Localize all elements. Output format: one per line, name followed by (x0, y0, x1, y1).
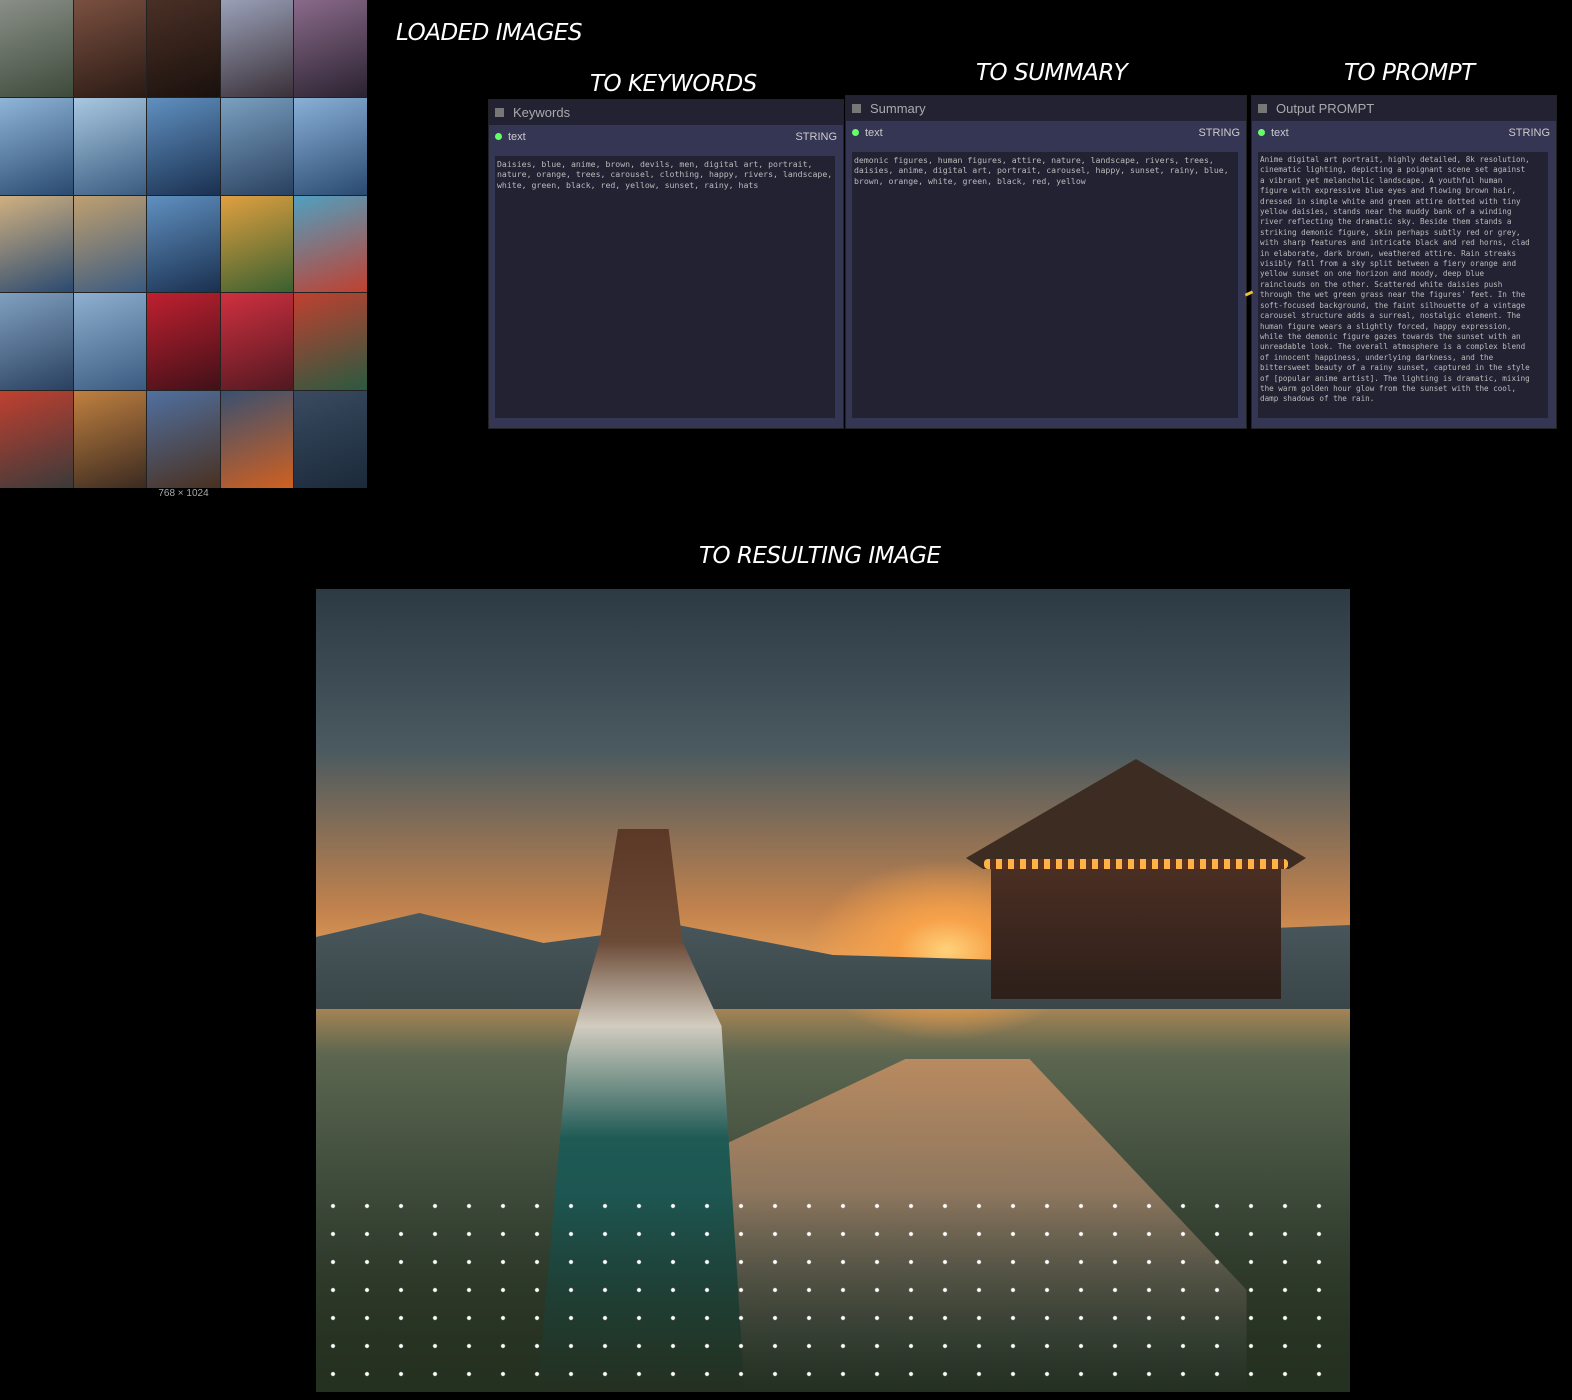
image-thumbnail[interactable] (220, 195, 294, 293)
collapse-icon[interactable] (495, 108, 504, 117)
output-slot[interactable]: text (495, 131, 526, 143)
image-thumbnail[interactable] (73, 293, 147, 391)
image-thumbnail[interactable] (294, 195, 367, 293)
image-thumbnail[interactable] (147, 195, 220, 293)
keywords-node[interactable]: Keywords text STRING Daisies, blue, anime… (488, 99, 844, 429)
summary-node[interactable]: Summary text STRING demonic figures, huma… (845, 95, 1247, 429)
output-slot[interactable]: text (1258, 127, 1289, 139)
image-dimensions: 768 × 1024 (158, 488, 209, 499)
resulting-image (316, 589, 1350, 1392)
node-header[interactable]: Keywords (489, 100, 843, 125)
image-thumbnail[interactable] (294, 391, 367, 488)
image-thumbnail[interactable] (73, 0, 147, 97)
image-thumbnail[interactable] (0, 195, 73, 293)
image-thumbnail[interactable] (294, 293, 367, 391)
heading-loaded-images: LOADED IMAGES (396, 20, 583, 46)
loaded-images-grid[interactable] (0, 0, 367, 488)
node-header[interactable]: Output PROMPT (1252, 96, 1556, 121)
image-thumbnail[interactable] (0, 0, 73, 97)
heading-to-keywords: TO KEYWORDS (590, 71, 757, 97)
image-thumbnail[interactable] (0, 293, 73, 391)
collapse-icon[interactable] (1258, 104, 1267, 113)
output-slot[interactable]: text (852, 127, 883, 139)
image-thumbnail[interactable] (220, 391, 294, 488)
output-type: STRING (795, 131, 837, 143)
image-thumbnail[interactable] (294, 0, 367, 97)
node-header[interactable]: Summary (846, 96, 1246, 121)
image-thumbnail[interactable] (73, 195, 147, 293)
node-title: Summary (870, 101, 926, 116)
image-thumbnail[interactable] (294, 97, 367, 195)
image-thumbnail[interactable] (220, 97, 294, 195)
image-thumbnail[interactable] (147, 97, 220, 195)
image-thumbnail[interactable] (0, 97, 73, 195)
output-dot-icon[interactable] (495, 133, 502, 140)
image-thumbnail[interactable] (73, 391, 147, 488)
collapse-icon[interactable] (852, 104, 861, 113)
heading-to-summary: TO SUMMARY (976, 60, 1128, 86)
output-type: STRING (1508, 127, 1550, 139)
output-dot-icon[interactable] (1258, 129, 1265, 136)
prompt-textarea[interactable]: Anime digital art portrait, highly detai… (1258, 152, 1548, 418)
image-thumbnail[interactable] (147, 391, 220, 488)
image-thumbnail[interactable] (0, 391, 73, 488)
heading-to-resulting-image: TO RESULTING IMAGE (699, 543, 941, 569)
carousel (966, 719, 1306, 1009)
output-dot-icon[interactable] (852, 129, 859, 136)
output-type: STRING (1198, 127, 1240, 139)
image-thumbnail[interactable] (220, 0, 294, 97)
image-thumbnail[interactable] (147, 293, 220, 391)
daisies (316, 1192, 1350, 1392)
image-thumbnail[interactable] (147, 0, 220, 97)
node-title: Keywords (513, 105, 571, 120)
keywords-textarea[interactable]: Daisies, blue, anime, brown, devils, men… (495, 156, 835, 418)
node-title: Output PROMPT (1276, 101, 1375, 116)
image-thumbnail[interactable] (73, 97, 147, 195)
summary-textarea[interactable]: demonic figures, human figures, attire, … (852, 152, 1238, 418)
prompt-node[interactable]: Output PROMPT text STRING Anime digital a… (1251, 95, 1557, 429)
image-thumbnail[interactable] (220, 293, 294, 391)
heading-to-prompt: TO PROMPT (1344, 60, 1475, 86)
